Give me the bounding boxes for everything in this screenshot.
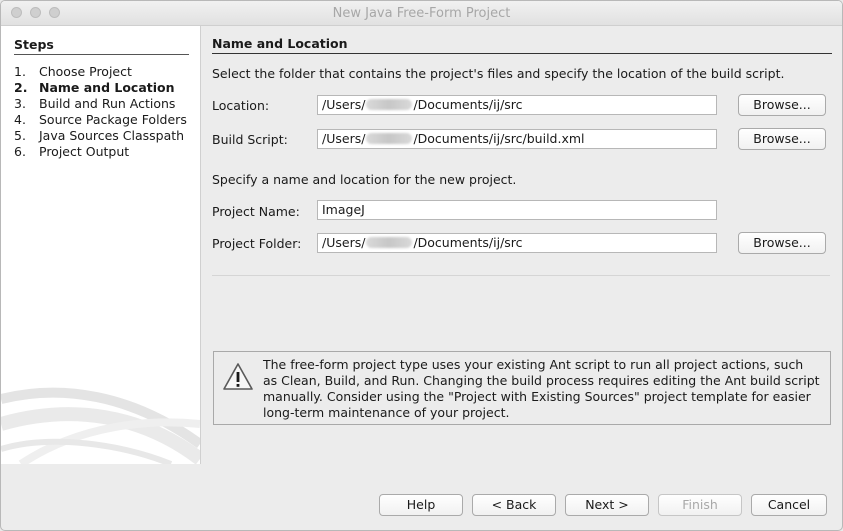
step-item-2: 2. Name and Location bbox=[14, 80, 175, 95]
step-item-4: 4. Source Package Folders bbox=[14, 112, 187, 127]
step-label: Java Sources Classpath bbox=[39, 128, 185, 143]
notice-line: The free-form project type uses your exi… bbox=[263, 357, 804, 372]
step-label: Build and Run Actions bbox=[39, 96, 176, 111]
step-item-6: 6. Project Output bbox=[14, 144, 130, 159]
redacted-username bbox=[366, 237, 413, 248]
cancel-button[interactable]: Cancel bbox=[751, 494, 827, 516]
project-intro: Specify a name and location for the new … bbox=[212, 172, 517, 187]
steps-panel: Steps 1. Choose Project 2. Name and Locati… bbox=[1, 26, 201, 464]
window-title: New Java Free-Form Project bbox=[332, 6, 511, 21]
step-label: Choose Project bbox=[39, 64, 132, 79]
notice-line: long-term maintenance of your project. bbox=[263, 405, 510, 420]
title-bar: New Java Free-Form Project bbox=[1, 1, 842, 26]
warning-icon bbox=[223, 363, 253, 390]
steps-heading: Steps bbox=[14, 37, 189, 55]
sidebar-decoration bbox=[1, 387, 200, 464]
help-button[interactable]: Help bbox=[379, 494, 463, 516]
build-script-label: Build Script: bbox=[212, 132, 288, 147]
step-label: Project Output bbox=[39, 144, 130, 159]
build-script-browse-button[interactable]: Browse... bbox=[738, 128, 826, 150]
notice-line: manually. Consider using the "Project wi… bbox=[263, 389, 811, 404]
redacted-username bbox=[366, 99, 413, 110]
steps-list: 1. Choose Project 2. Name and Location 3. B… bbox=[14, 64, 187, 160]
step-item-3: 3. Build and Run Actions bbox=[14, 96, 176, 111]
project-name-field[interactable]: ImageJ bbox=[317, 200, 717, 220]
step-item-5: 5. Java Sources Classpath bbox=[14, 128, 185, 143]
finish-button[interactable]: Finish bbox=[658, 494, 742, 516]
notice-line: as Clean, Build, and Run. Changing the b… bbox=[263, 373, 820, 388]
project-name-label: Project Name: bbox=[212, 204, 300, 219]
section-heading: Name and Location bbox=[212, 36, 832, 54]
step-label: Source Package Folders bbox=[39, 112, 187, 127]
step-item-1: 1. Choose Project bbox=[14, 64, 132, 79]
section-divider bbox=[212, 275, 830, 276]
redacted-username bbox=[366, 133, 413, 144]
main-panel: Name and Location bbox=[212, 36, 832, 54]
back-button[interactable]: < Back bbox=[472, 494, 556, 516]
location-intro: Select the folder that contains the proj… bbox=[212, 66, 785, 81]
location-label: Location: bbox=[212, 98, 270, 113]
wizard-window: New Java Free-Form Project Steps 1. Choos… bbox=[0, 0, 843, 531]
notice-text: The free-form project type uses your exi… bbox=[263, 357, 828, 421]
project-folder-label: Project Folder: bbox=[212, 236, 302, 251]
build-script-field[interactable]: /Users//Documents/ij/src/build.xml bbox=[317, 129, 717, 149]
project-folder-field[interactable]: /Users//Documents/ij/src bbox=[317, 233, 717, 253]
location-field[interactable]: /Users//Documents/ij/src bbox=[317, 95, 717, 115]
location-browse-button[interactable]: Browse... bbox=[738, 94, 826, 116]
step-label: Name and Location bbox=[39, 80, 175, 95]
freeform-notice: The free-form project type uses your exi… bbox=[213, 351, 831, 425]
next-button[interactable]: Next > bbox=[565, 494, 649, 516]
project-folder-browse-button[interactable]: Browse... bbox=[738, 232, 826, 254]
